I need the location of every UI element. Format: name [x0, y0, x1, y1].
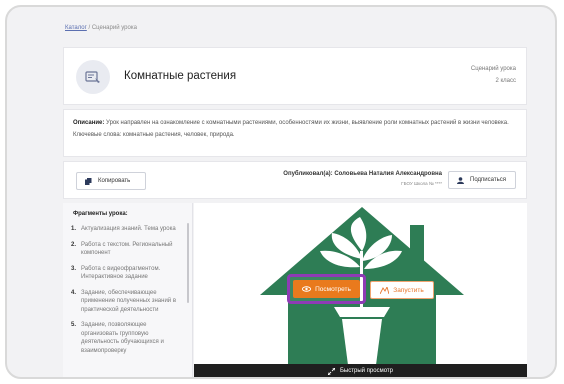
run-button-label: Запустить [393, 286, 424, 294]
fragment-label: Актуализация знаний. Тема урока [81, 226, 176, 232]
keywords: Ключевые слова: комнатные растения, чело… [73, 132, 235, 138]
fragment-number: 5. [71, 322, 77, 328]
fragment-label: Задание, позволяющее организовать группо… [81, 322, 164, 354]
publisher-info: Опубликовал(а): Соловьева Наталия Алекса… [262, 171, 442, 186]
fragment-label: Задание, обеспечивающее применение получ… [81, 289, 177, 313]
user-icon [457, 176, 464, 184]
quick-view-label: Быстрый просмотр [339, 368, 393, 374]
fragment-item[interactable]: 5. Задание, позволяющее организовать груп… [71, 321, 183, 355]
publisher-name: Опубликовал(а): Соловьева Наталия Алекса… [283, 171, 442, 177]
preview-panel: Посмотреть Запустить Быстрый просмотр [194, 203, 527, 377]
copy-button-label: Копировать [98, 178, 131, 184]
fragments-scrollbar[interactable] [187, 223, 189, 303]
view-button[interactable]: Посмотреть [293, 280, 360, 298]
lesson-header: Комнатные растения Сценарий урока 2 клас… [63, 47, 527, 105]
subscribe-button-label: Подписаться [470, 177, 506, 183]
breadcrumb-catalog-link[interactable]: Каталог [65, 25, 87, 31]
breadcrumb: Каталог / Сценарий урока [65, 25, 137, 31]
fragment-number: 1. [71, 226, 77, 232]
description-label: Описание: [73, 120, 105, 126]
fragment-item[interactable]: 4. Задание, обеспечивающее применение пол… [71, 289, 183, 315]
fragment-number: 3. [71, 265, 77, 272]
run-icon [380, 286, 390, 294]
quick-view-bar[interactable]: Быстрый просмотр [194, 364, 527, 377]
view-button-label: Посмотреть [315, 285, 351, 293]
fragment-item[interactable]: 3. Работа с видеофрагментом. Интерактивно… [71, 265, 183, 282]
fragment-number: 2. [71, 241, 77, 248]
lesson-grade: 2 класс [495, 78, 516, 84]
breadcrumb-current: Сценарий урока [91, 25, 137, 31]
fragment-label: Работа с видеофрагментом. Интерактивное … [81, 265, 161, 281]
fragment-item[interactable]: 1. Актуализация знаний. Тема урока [71, 225, 183, 234]
view-button-highlight: Посмотреть [287, 274, 366, 304]
run-button[interactable]: Запустить [370, 281, 434, 299]
expand-icon [327, 367, 335, 375]
fragments-panel: Фрагменты урока: 1. Актуализация знаний. … [63, 203, 193, 377]
lesson-type: Сценарий урока [470, 66, 516, 72]
fragments-list: 1. Актуализация знаний. Тема урока 2. Рабо… [71, 225, 183, 362]
description-text: Описание: Урок направлен на ознакомление… [73, 119, 517, 128]
fragment-number: 4. [71, 289, 77, 296]
screenshot-frame: Каталог / Сценарий урока Комнатные расте… [5, 5, 557, 379]
lesson-icon [76, 60, 110, 94]
eye-icon [302, 286, 312, 292]
lesson-title: Комнатные растения [124, 70, 237, 82]
copy-button[interactable]: Копировать [76, 172, 146, 190]
fragment-label: Работа с текстом. Региональный компонент [81, 241, 173, 257]
fragment-item[interactable]: 2. Работа с текстом. Региональный компоне… [71, 241, 183, 258]
description-body: Урок направлен на ознакомление с комнатн… [104, 120, 509, 126]
subscribe-button[interactable]: Подписаться [448, 171, 516, 189]
copy-icon [85, 177, 92, 185]
action-bar: Копировать Опубликовал(а): Соловьева Нат… [63, 161, 527, 199]
fragments-title: Фрагменты урока: [73, 211, 128, 217]
description-card: Описание: Урок направлен на ознакомление… [63, 109, 527, 157]
publisher-school: ГБОУ Школа № **** [401, 181, 442, 186]
